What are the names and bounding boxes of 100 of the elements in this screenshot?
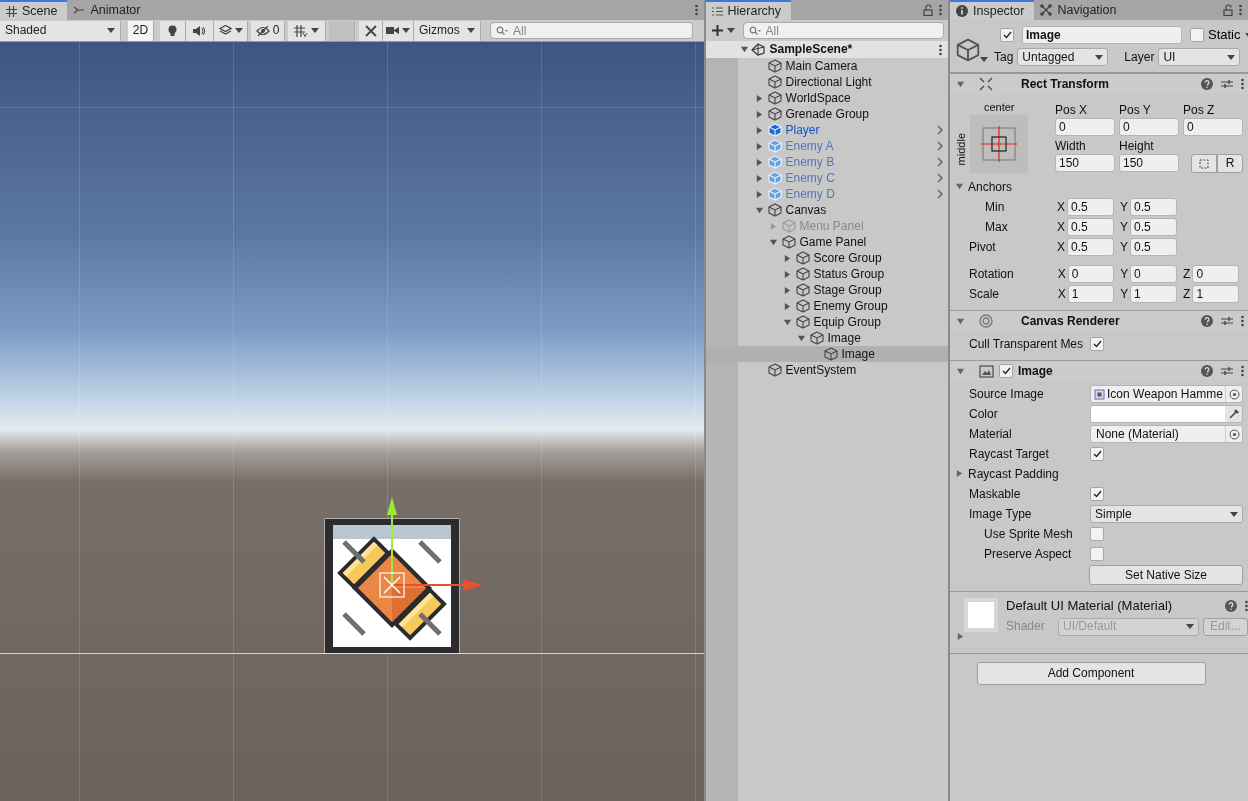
lock-icon[interactable]: [923, 4, 933, 16]
foldout-arrow-icon[interactable]: [755, 157, 764, 167]
more-options-icon[interactable]: [1244, 599, 1248, 612]
hierarchy-item[interactable]: Score Group: [705, 250, 948, 266]
foldout-arrow-icon[interactable]: [783, 253, 792, 263]
foldout-arrow-icon[interactable]: [783, 285, 792, 295]
foldout-arrow-icon[interactable]: [755, 205, 764, 215]
number-field[interactable]: 150: [1119, 154, 1179, 172]
number-field[interactable]: 0: [1183, 118, 1243, 136]
more-options-icon[interactable]: [939, 4, 942, 16]
tools-toggle[interactable]: [359, 20, 383, 41]
foldout-arrow-icon[interactable]: [755, 109, 764, 119]
search-field[interactable]: All: [742, 22, 944, 39]
object-field[interactable]: Icon Weapon Hamme: [1090, 385, 1243, 403]
panel-tab[interactable]: Scene: [0, 0, 68, 20]
panel-tab[interactable]: Inspector: [950, 0, 1035, 20]
effects-dropdown[interactable]: [214, 20, 248, 41]
number-field[interactable]: 0.5: [1067, 238, 1114, 256]
anchors-foldout[interactable]: Anchors: [955, 179, 1013, 195]
anchor-preset-button[interactable]: [970, 115, 1029, 173]
more-options-icon[interactable]: [1241, 315, 1244, 327]
create-dropdown[interactable]: [711, 25, 735, 36]
number-field[interactable]: 0: [1067, 265, 1115, 283]
object-icon-picker[interactable]: [956, 38, 988, 62]
hierarchy-item[interactable]: Game Panel: [705, 234, 948, 250]
hierarchy-item[interactable]: Status Group: [705, 266, 948, 282]
audio-toggle[interactable]: [186, 20, 214, 41]
foldout-arrow-icon[interactable]: [783, 269, 792, 279]
number-field[interactable]: 1: [1130, 285, 1177, 303]
panel-tab[interactable]: Animator: [67, 0, 151, 20]
target-icon[interactable]: [1228, 428, 1240, 440]
help-icon[interactable]: [1201, 78, 1213, 90]
foldout-arrow-icon[interactable]: [955, 182, 964, 192]
hierarchy-item[interactable]: WorldSpace: [705, 90, 948, 106]
lighting-toggle[interactable]: [160, 20, 186, 41]
more-options-icon[interactable]: [1241, 78, 1244, 90]
more-options-icon[interactable]: [1241, 365, 1244, 377]
number-field[interactable]: 1: [1192, 285, 1239, 303]
foldout-arrow-icon[interactable]: [755, 141, 764, 151]
hierarchy-item[interactable]: Equip Group: [705, 314, 948, 330]
foldout-arrow-icon[interactable]: [755, 93, 764, 103]
checkbox[interactable]: [1090, 527, 1104, 541]
2d-toggle[interactable]: 2D: [128, 20, 154, 41]
name-field[interactable]: Image: [1022, 26, 1182, 44]
image-type-dropdown[interactable]: Simple: [1090, 505, 1243, 523]
gizmos-dropdown[interactable]: Gizmos: [414, 20, 481, 41]
help-icon[interactable]: [1201, 315, 1213, 327]
number-field[interactable]: 0.5: [1130, 198, 1177, 216]
search-field[interactable]: All: [490, 22, 693, 39]
checkbox[interactable]: [1090, 547, 1104, 561]
blueprint-mode-button[interactable]: [1191, 154, 1217, 173]
static-dropdown[interactable]: Static: [1208, 27, 1248, 43]
checkbox[interactable]: [1090, 337, 1104, 351]
sliders-icon[interactable]: [1221, 315, 1233, 327]
hierarchy-item[interactable]: Main Camera: [705, 58, 948, 74]
tag-dropdown[interactable]: Untagged: [1017, 48, 1109, 66]
checkbox[interactable]: [1090, 487, 1104, 501]
shading-dropdown[interactable]: Shaded: [0, 20, 121, 41]
panel-tab[interactable]: Hierarchy: [705, 0, 791, 20]
set-native-size-button[interactable]: Set Native Size: [1089, 565, 1243, 585]
hierarchy-item[interactable]: Image: [705, 346, 948, 362]
sliders-icon[interactable]: [1221, 78, 1233, 90]
number-field[interactable]: 0.5: [1130, 238, 1177, 256]
enabled-checkbox[interactable]: [999, 364, 1013, 378]
foldout-arrow-icon[interactable]: [769, 237, 778, 247]
foldout-arrow-icon[interactable]: [956, 316, 965, 326]
foldout-arrow-icon[interactable]: [739, 45, 749, 54]
hierarchy-item[interactable]: Grenade Group: [705, 106, 948, 122]
number-field[interactable]: 0.5: [1067, 218, 1114, 236]
checkbox[interactable]: [1090, 447, 1104, 461]
hierarchy-item[interactable]: EventSystem: [705, 362, 948, 378]
add-component-button[interactable]: Add Component: [976, 662, 1206, 685]
more-options-icon[interactable]: [1239, 4, 1242, 16]
raw-edit-button[interactable]: R: [1217, 154, 1243, 173]
more-options-icon[interactable]: [939, 43, 942, 56]
camera-dropdown[interactable]: [383, 20, 414, 41]
number-field[interactable]: 1: [1067, 285, 1115, 303]
help-icon[interactable]: [1201, 365, 1213, 377]
lock-icon[interactable]: [1223, 4, 1233, 16]
hierarchy-item[interactable]: Enemy Group: [705, 298, 948, 314]
number-field[interactable]: 0.5: [1130, 218, 1177, 236]
foldout-arrow-icon[interactable]: [955, 469, 964, 479]
help-icon[interactable]: [1224, 599, 1237, 612]
raycast-padding-foldout[interactable]: Raycast Padding: [955, 466, 1059, 482]
hierarchy-item[interactable]: Canvas: [705, 202, 948, 218]
foldout-arrow-icon[interactable]: [956, 366, 965, 376]
foldout-arrow-icon[interactable]: [783, 301, 792, 311]
number-field[interactable]: 0: [1055, 118, 1115, 136]
target-icon[interactable]: [1228, 388, 1240, 400]
scene-row[interactable]: SampleScene*: [705, 41, 948, 58]
foldout-arrow-icon[interactable]: [797, 333, 806, 343]
object-field[interactable]: None (Material): [1090, 425, 1243, 443]
number-field[interactable]: 0.5: [1067, 198, 1114, 216]
static-checkbox[interactable]: [1190, 28, 1204, 42]
active-checkbox[interactable]: [1000, 28, 1014, 42]
scene-viewport[interactable]: [0, 42, 704, 801]
foldout-arrow-icon[interactable]: [783, 317, 792, 327]
hierarchy-item[interactable]: Image: [705, 330, 948, 346]
foldout-arrow-icon[interactable]: [956, 632, 965, 641]
hierarchy-item[interactable]: Stage Group: [705, 282, 948, 298]
